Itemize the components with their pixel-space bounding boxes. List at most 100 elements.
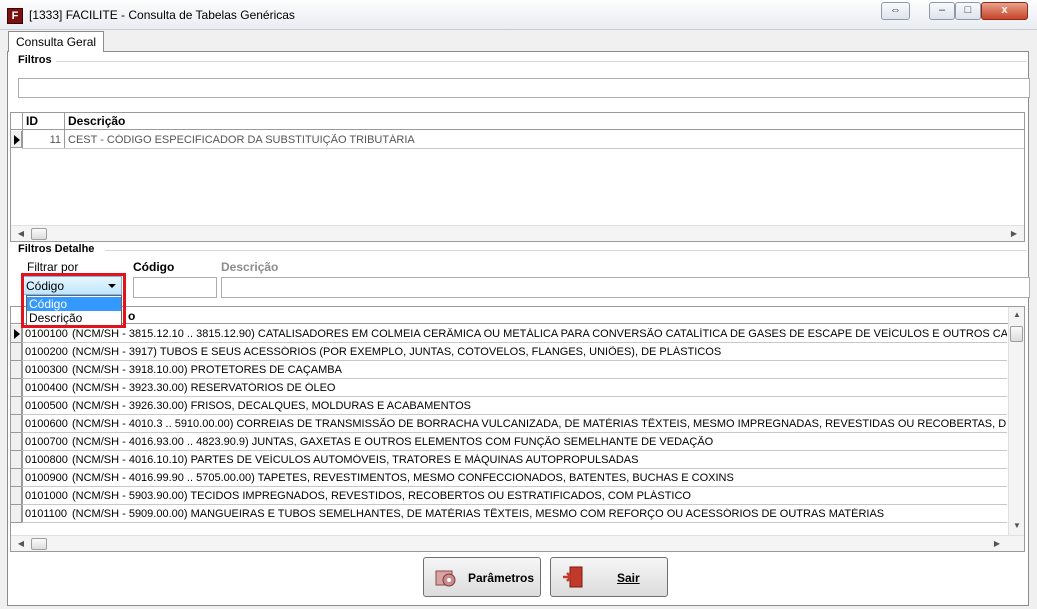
row-divider	[22, 378, 1007, 379]
parametros-button[interactable]: Parâmetros	[423, 557, 541, 597]
table-row-codigo[interactable]: 0100900	[25, 472, 73, 484]
filter-by-select[interactable]: Código	[22, 276, 122, 295]
table-row-descricao[interactable]: (NCM/SH - 4016.93.00 .. 4823.90.9) JUNTA…	[72, 436, 1007, 448]
detail-grid-header: o	[11, 307, 1008, 324]
row-indicator	[11, 397, 22, 415]
row-divider	[22, 450, 1007, 451]
table-row-codigo[interactable]: 0100100	[25, 328, 73, 340]
current-row-icon	[14, 135, 20, 145]
scroll-down-icon[interactable]: ▼	[1009, 518, 1024, 534]
table-row-descricao[interactable]: (NCM/SH - 3926.30.00) FRISOS, DECALQUES,…	[72, 400, 1007, 412]
table-row-codigo[interactable]: 0100700	[25, 436, 73, 448]
row-divider	[22, 342, 1007, 343]
option-descricao[interactable]: Descrição	[27, 311, 121, 325]
row-indicator	[11, 451, 22, 469]
option-codigo[interactable]: Código	[27, 297, 121, 311]
row-indicator	[11, 433, 22, 451]
detail-filters-label: Filtros Detalhe	[18, 243, 95, 255]
title-bar: F [1333] FACILITE - Consulta de Tabelas …	[0, 0, 1037, 30]
row-indicator	[11, 469, 22, 487]
table-row-codigo[interactable]: 0100800	[25, 454, 73, 466]
descricao-input[interactable]	[221, 277, 1030, 298]
table-row-codigo[interactable]: 0100300	[25, 364, 73, 376]
sair-button[interactable]: Sair	[550, 557, 668, 597]
row-indicator	[11, 325, 22, 343]
close-icon[interactable]: x	[981, 2, 1028, 20]
app-icon: F	[7, 8, 23, 24]
row-divider	[22, 360, 1007, 361]
row-indicator	[11, 379, 22, 397]
table-row-descricao[interactable]: (NCM/SH - 4016.10.10) PARTES DE VEÍCULOS…	[72, 454, 1007, 466]
table-row-descricao[interactable]: (NCM/SH - 3923.30.00) RESERVATÓRIOS DE Ó…	[72, 382, 1007, 394]
filter-input[interactable]	[18, 78, 1030, 98]
tab-consulta-geral[interactable]: Consulta Geral	[8, 31, 105, 52]
parametros-label: Parâmetros	[468, 571, 535, 585]
scroll-right-icon[interactable]: ▶	[989, 536, 1005, 551]
table-row-descricao[interactable]: (NCM/SH - 3917) TUBOS E SEUS ACESSÓRIOS …	[72, 346, 1007, 358]
table-row-codigo[interactable]: 0101100	[25, 508, 73, 520]
row-divider	[22, 486, 1007, 487]
detail-grid-vscroll[interactable]: ▲ ▼	[1008, 307, 1024, 535]
row-indicator	[11, 487, 22, 505]
grid-divider	[64, 113, 65, 148]
scroll-thumb[interactable]	[31, 538, 47, 550]
column-descricao-partial[interactable]: o	[128, 309, 135, 323]
row-indicator	[11, 131, 22, 148]
row-indicator	[11, 343, 22, 361]
table-row-codigo[interactable]: 0100600	[25, 418, 73, 430]
table-row-descricao[interactable]: (NCM/SH - 5903.90.00) TECIDOS IMPREGNADO…	[72, 490, 1007, 502]
tables-grid-hscroll[interactable]: ◀ ▶	[11, 225, 1024, 241]
table-row-descricao[interactable]: (NCM/SH - 3918.10.00) PROTETORES DE CAÇA…	[72, 364, 1007, 376]
tables-grid[interactable]: ID Descrição 11 CEST - CÓDIGO ESPECIFICA…	[10, 112, 1025, 242]
tables-grid-header: ID Descrição	[11, 113, 1024, 130]
scroll-up-icon[interactable]: ▲	[1009, 307, 1024, 323]
row-indicator	[11, 361, 22, 379]
minimize-icon[interactable]: –	[929, 2, 955, 20]
table-row-id[interactable]: 11	[23, 134, 61, 146]
current-row-icon	[14, 329, 20, 339]
sair-label: Sair	[617, 571, 640, 585]
descricao-label: Descrição	[221, 260, 279, 274]
row-divider	[22, 396, 1007, 397]
detail-filters-divider	[105, 250, 1026, 251]
row-divider	[22, 432, 1007, 433]
row-divider	[22, 148, 1024, 149]
row-divider	[22, 414, 1007, 415]
scroll-right-icon[interactable]: ▶	[1006, 226, 1022, 241]
filter-by-dropdown[interactable]: Código Descrição	[26, 295, 122, 326]
table-row-codigo[interactable]: 0101000	[25, 490, 73, 502]
table-row-descricao[interactable]: (NCM/SH - 3815.12.10 .. 3815.12.90) CATA…	[72, 328, 1007, 340]
scroll-thumb[interactable]	[31, 228, 47, 240]
column-id[interactable]: ID	[26, 114, 38, 128]
maximize-icon[interactable]: □	[955, 2, 981, 20]
row-divider	[22, 504, 1007, 505]
table-row-codigo[interactable]: 0100200	[25, 346, 73, 358]
table-row-descricao[interactable]: (NCM/SH - 4016.99.90 .. 5705.00.00) TAPE…	[72, 472, 1007, 484]
restore-icon[interactable]: ⇔	[881, 2, 910, 20]
table-row-descricao[interactable]: CEST - CÓDIGO ESPECIFICADOR DA SUBSTITUI…	[68, 134, 968, 146]
scroll-left-icon[interactable]: ◀	[13, 226, 29, 241]
scroll-thumb[interactable]	[1010, 326, 1023, 342]
table-row-descricao[interactable]: (NCM/SH - 5909.00.00) MANGUEIRAS E TUBOS…	[72, 508, 1007, 520]
row-indicator	[11, 415, 22, 433]
filters-label: Filtros	[18, 54, 52, 66]
filter-by-label: Filtrar por	[27, 260, 79, 274]
row-divider	[22, 468, 1007, 469]
parameters-icon	[435, 570, 456, 587]
window-title: [1333] FACILITE - Consulta de Tabelas Ge…	[29, 8, 295, 22]
filters-divider	[56, 61, 1026, 62]
filter-by-value: Código	[26, 279, 65, 293]
scroll-left-icon[interactable]: ◀	[13, 536, 29, 551]
detail-grid[interactable]: o 0100100 (NCM/SH - 3815.12.10 .. 3815.12…	[10, 306, 1025, 552]
row-indicator	[11, 505, 22, 523]
exit-door-icon	[563, 566, 583, 588]
detail-grid-hscroll[interactable]: ◀ ▶	[11, 535, 1024, 551]
chevron-down-icon[interactable]	[108, 284, 116, 288]
table-row-descricao[interactable]: (NCM/SH - 4010.3 .. 5910.00.00) CORREIAS…	[72, 418, 1007, 430]
row-divider	[22, 522, 1007, 523]
codigo-input[interactable]	[133, 277, 217, 298]
column-descricao[interactable]: Descrição	[68, 114, 125, 128]
codigo-label: Código	[133, 260, 175, 274]
table-row-codigo[interactable]: 0100500	[25, 400, 73, 412]
table-row-codigo[interactable]: 0100400	[25, 382, 73, 394]
